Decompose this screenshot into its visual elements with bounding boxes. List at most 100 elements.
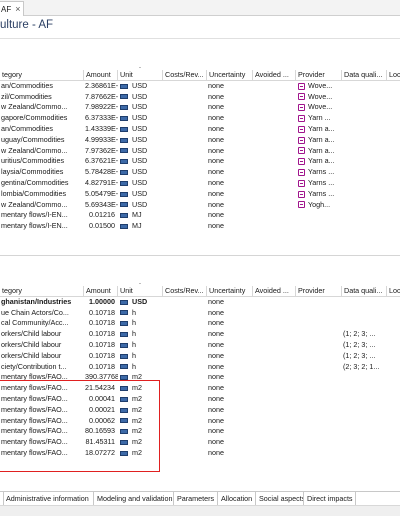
avoided-cell[interactable] bbox=[253, 383, 296, 394]
output-row[interactable]: mentary flows/FAO... 0.00021 m2 none bbox=[0, 405, 400, 416]
avoided-cell[interactable] bbox=[253, 351, 296, 362]
tab-allocation[interactable]: Allocation bbox=[218, 492, 256, 506]
output-row[interactable]: mentary flows/FAO... 80.16593 m2 none bbox=[0, 426, 400, 437]
unit-cell[interactable]: USD bbox=[118, 297, 163, 308]
uncertainty-cell[interactable]: none bbox=[207, 200, 253, 211]
amount-cell[interactable]: 21.54234 bbox=[84, 383, 118, 394]
data-quality-cell[interactable] bbox=[342, 113, 387, 124]
costs-cell[interactable] bbox=[163, 405, 207, 416]
location-cell[interactable] bbox=[387, 405, 400, 416]
unit-cell[interactable]: USD bbox=[118, 167, 163, 178]
provider-cell[interactable] bbox=[296, 426, 342, 437]
output-row[interactable]: ghanistan/Industries 1.00000 USD none bbox=[0, 297, 400, 308]
amount-cell[interactable]: 0.10718 bbox=[84, 351, 118, 362]
amount-cell[interactable]: 18.07272 bbox=[84, 448, 118, 459]
input-row[interactable]: mentary flows/I-EN... 0.01216 MJ none bbox=[0, 210, 400, 221]
data-quality-cell[interactable] bbox=[342, 135, 387, 146]
amount-cell[interactable]: 0.10718 bbox=[84, 340, 118, 351]
provider-cell[interactable] bbox=[296, 351, 342, 362]
avoided-cell[interactable] bbox=[253, 156, 296, 167]
avoided-cell[interactable] bbox=[253, 297, 296, 308]
column-header-uncertainty[interactable]: Uncertainty bbox=[207, 70, 253, 80]
location-cell[interactable] bbox=[387, 81, 400, 92]
data-quality-cell[interactable] bbox=[342, 318, 387, 329]
input-row[interactable]: uritius/Commodities 6.37621E-7 USD none Yarn… bbox=[0, 156, 400, 167]
amount-cell[interactable]: 5.69343E-7 bbox=[84, 200, 118, 211]
costs-cell[interactable] bbox=[163, 340, 207, 351]
output-row[interactable]: ue Chain Actors/Co... 0.10718 h none bbox=[0, 308, 400, 319]
output-row[interactable]: ciety/Contribution t... 0.10718 h none (2; 3… bbox=[0, 362, 400, 373]
unit-cell[interactable]: h bbox=[118, 329, 163, 340]
amount-cell[interactable]: 4.99933E-7 bbox=[84, 135, 118, 146]
data-quality-cell[interactable] bbox=[342, 178, 387, 189]
input-row[interactable]: gentina/Commodities 4.82791E-7 USD none Yarn… bbox=[0, 178, 400, 189]
location-cell[interactable] bbox=[387, 416, 400, 427]
location-cell[interactable] bbox=[387, 124, 400, 135]
uncertainty-cell[interactable]: none bbox=[207, 135, 253, 146]
costs-cell[interactable] bbox=[163, 372, 207, 383]
input-row[interactable]: an/Commodities 2.36861E-7 USD none Wove... bbox=[0, 81, 400, 92]
location-cell[interactable] bbox=[387, 329, 400, 340]
input-row[interactable]: zil/Commodities 7.87662E-7 USD none Wove... bbox=[0, 92, 400, 103]
amount-cell[interactable]: 0.00041 bbox=[84, 394, 118, 405]
provider-cell[interactable]: Yarn a... bbox=[296, 124, 342, 135]
data-quality-cell[interactable] bbox=[342, 156, 387, 167]
costs-cell[interactable] bbox=[163, 124, 207, 135]
location-cell[interactable] bbox=[387, 394, 400, 405]
avoided-cell[interactable] bbox=[253, 221, 296, 232]
costs-cell[interactable] bbox=[163, 102, 207, 113]
location-cell[interactable] bbox=[387, 102, 400, 113]
uncertainty-cell[interactable]: none bbox=[207, 351, 253, 362]
provider-cell[interactable] bbox=[296, 340, 342, 351]
costs-cell[interactable] bbox=[163, 178, 207, 189]
amount-cell[interactable]: 0.00062 bbox=[84, 416, 118, 427]
avoided-cell[interactable] bbox=[253, 405, 296, 416]
costs-cell[interactable] bbox=[163, 200, 207, 211]
costs-cell[interactable] bbox=[163, 146, 207, 157]
avoided-cell[interactable] bbox=[253, 318, 296, 329]
uncertainty-cell[interactable]: none bbox=[207, 189, 253, 200]
costs-cell[interactable] bbox=[163, 92, 207, 103]
amount-cell[interactable]: 2.36861E-7 bbox=[84, 81, 118, 92]
uncertainty-cell[interactable]: none bbox=[207, 394, 253, 405]
amount-cell[interactable]: 390.37768 bbox=[84, 372, 118, 383]
costs-cell[interactable] bbox=[163, 81, 207, 92]
costs-cell[interactable] bbox=[163, 351, 207, 362]
provider-cell[interactable] bbox=[296, 362, 342, 373]
unit-cell[interactable]: m2 bbox=[118, 416, 163, 427]
location-cell[interactable] bbox=[387, 189, 400, 200]
avoided-cell[interactable] bbox=[253, 135, 296, 146]
amount-cell[interactable]: 7.87662E-7 bbox=[84, 92, 118, 103]
unit-cell[interactable]: USD bbox=[118, 124, 163, 135]
data-quality-cell[interactable] bbox=[342, 210, 387, 221]
provider-cell[interactable] bbox=[296, 329, 342, 340]
column-header-category[interactable]: tegory bbox=[0, 286, 84, 296]
tab-social-aspects[interactable]: Social aspects bbox=[256, 492, 304, 506]
data-quality-cell[interactable] bbox=[342, 146, 387, 157]
uncertainty-cell[interactable]: none bbox=[207, 426, 253, 437]
provider-cell[interactable]: Wove... bbox=[296, 102, 342, 113]
data-quality-cell[interactable] bbox=[342, 448, 387, 459]
uncertainty-cell[interactable]: none bbox=[207, 318, 253, 329]
uncertainty-cell[interactable]: none bbox=[207, 113, 253, 124]
data-quality-cell[interactable] bbox=[342, 167, 387, 178]
close-icon[interactable]: × bbox=[15, 4, 20, 14]
costs-cell[interactable] bbox=[163, 394, 207, 405]
avoided-cell[interactable] bbox=[253, 210, 296, 221]
avoided-cell[interactable] bbox=[253, 146, 296, 157]
provider-cell[interactable] bbox=[296, 416, 342, 427]
output-row[interactable]: mentary flows/FAO... 390.37768 m2 none bbox=[0, 372, 400, 383]
unit-cell[interactable]: USD bbox=[118, 146, 163, 157]
data-quality-cell[interactable]: (1; 2; 3; ... bbox=[342, 351, 387, 362]
location-cell[interactable] bbox=[387, 167, 400, 178]
column-header-provider[interactable]: Provider bbox=[296, 286, 342, 296]
output-row[interactable]: mentary flows/FAO... 81.45311 m2 none bbox=[0, 437, 400, 448]
provider-cell[interactable] bbox=[296, 318, 342, 329]
input-row[interactable]: uguay/Commodities 4.99933E-7 USD none Yarn a… bbox=[0, 135, 400, 146]
provider-cell[interactable]: Wove... bbox=[296, 81, 342, 92]
provider-cell[interactable] bbox=[296, 448, 342, 459]
avoided-cell[interactable] bbox=[253, 372, 296, 383]
location-cell[interactable] bbox=[387, 135, 400, 146]
provider-cell[interactable] bbox=[296, 405, 342, 416]
provider-cell[interactable]: Yarn a... bbox=[296, 146, 342, 157]
